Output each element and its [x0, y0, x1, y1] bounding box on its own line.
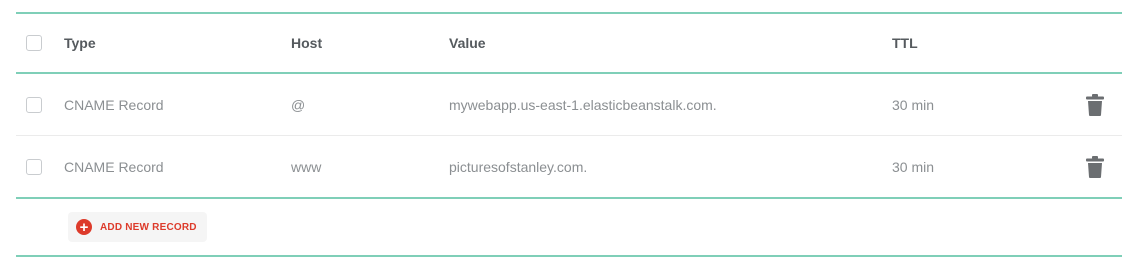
column-header-value[interactable]: Value: [449, 14, 486, 72]
table-row: CNAME Record @ mywebapp.us-east-1.elasti…: [16, 74, 1122, 136]
dns-records-table: Type Host Value TTL CNAME Record @ myweb…: [16, 12, 1122, 257]
trash-icon[interactable]: [1086, 155, 1104, 178]
record-host[interactable]: www: [291, 136, 321, 197]
record-ttl[interactable]: 30 min: [892, 136, 934, 197]
record-type: CNAME Record: [64, 96, 164, 113]
record-type: CNAME Record: [64, 158, 164, 175]
add-new-record-button[interactable]: + ADD NEW RECORD: [68, 212, 207, 242]
record-ttl[interactable]: 30 min: [892, 74, 934, 135]
dns-records-panel: Type Host Value TTL CNAME Record @ myweb…: [0, 0, 1146, 268]
select-all-checkbox[interactable]: [26, 35, 42, 51]
table-header-row: Type Host Value TTL: [16, 14, 1122, 72]
plus-circle-icon: +: [76, 219, 92, 235]
table-footer: + ADD NEW RECORD: [16, 199, 1122, 255]
trash-icon[interactable]: [1086, 93, 1104, 116]
row-checkbox[interactable]: [26, 158, 42, 175]
column-header-type[interactable]: Type: [64, 14, 96, 72]
record-value[interactable]: mywebapp.us-east-1.elasticbeanstalk.com.: [449, 74, 717, 135]
add-new-record-label: ADD NEW RECORD: [100, 221, 197, 233]
record-host[interactable]: @: [291, 74, 305, 135]
record-value[interactable]: picturesofstanley.com.: [449, 136, 587, 197]
row-checkbox[interactable]: [26, 96, 42, 113]
table-row: CNAME Record www picturesofstanley.com. …: [16, 136, 1122, 197]
column-header-host[interactable]: Host: [291, 14, 322, 72]
table-bottom-divider: [16, 255, 1122, 257]
column-header-ttl[interactable]: TTL: [892, 14, 918, 72]
